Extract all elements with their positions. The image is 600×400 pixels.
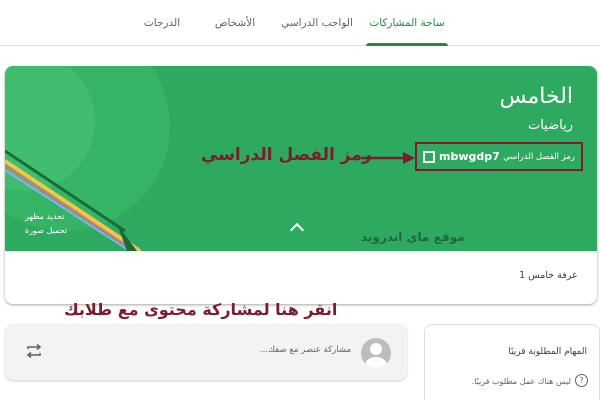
class-code-box: رمز الفصل الدراسي mbwgdp7 (415, 142, 583, 171)
class-name: الخامس (499, 84, 573, 109)
tab-classwork[interactable]: الواجب الدراسي (278, 0, 356, 46)
tab-grades[interactable]: الدرجات (134, 0, 190, 46)
tab-people[interactable]: الأشخاص (204, 0, 266, 46)
class-banner: الخامس رياضيات رمز الفصل الدراسي mbwgdp7… (5, 66, 597, 251)
select-theme-link[interactable]: تحديد مظهر (25, 212, 65, 221)
upcoming-card: المهام المطلوبة قريبًا ? ليس هناك عمل مط… (424, 324, 600, 400)
help-icon: ? (575, 374, 588, 387)
upcoming-empty-text: ليس هناك عمل مطلوب قريبًا. (471, 377, 571, 386)
upload-photo-link[interactable]: تحميل صورة (25, 226, 67, 235)
class-code-value: mbwgdp7 (439, 150, 500, 163)
class-header-card: الخامس رياضيات رمز الفصل الدراسي mbwgdp7… (5, 66, 597, 304)
post-composer[interactable]: مشاركة عنصر مع صفك... (5, 324, 407, 380)
repost-icon[interactable] (25, 342, 43, 360)
class-subject: رياضيات (527, 118, 573, 133)
annotation-class-code: رمز الفصل الدراسي (201, 145, 372, 165)
avatar-icon[interactable] (361, 338, 391, 368)
top-navigation: ساحة المشاركات الواجب الدراسي الأشخاص ال… (0, 0, 600, 46)
watermark: موقع ماي اندرويد (361, 230, 465, 244)
expand-icon[interactable] (423, 150, 435, 163)
annotation-share: انقر هنا لمشاركة محتوى مع طلابك (64, 300, 338, 319)
tab-stream[interactable]: ساحة المشاركات (366, 0, 448, 46)
class-code-label: رمز الفصل الدراسي (503, 151, 575, 162)
class-room: غرفة خامس 1 (519, 270, 577, 281)
upcoming-title: المهام المطلوبة قريبًا (508, 347, 587, 357)
composer-placeholder[interactable]: مشاركة عنصر مع صفك... (260, 345, 351, 355)
